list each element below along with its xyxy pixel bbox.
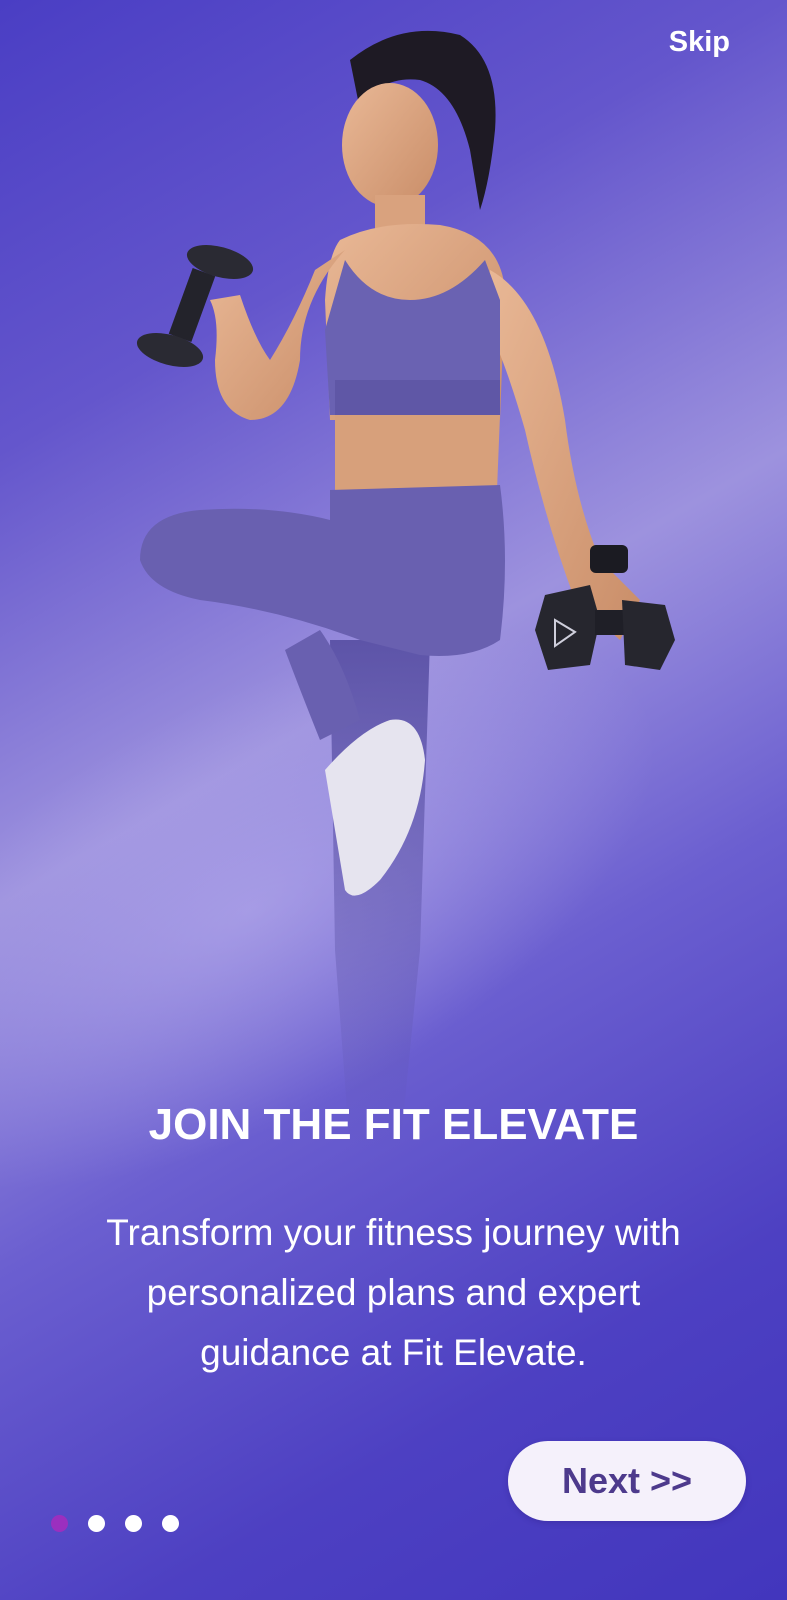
pagination-dot[interactable]: [162, 1515, 179, 1532]
description-line: Transform your fitness journey with: [106, 1212, 681, 1253]
description-line: personalized plans and expert: [146, 1272, 641, 1313]
pagination-dots: [51, 1515, 179, 1532]
skip-button[interactable]: Skip: [669, 26, 730, 59]
onboarding-screen: Skip JOIN THE FIT ELEVATE Transform your…: [0, 0, 787, 1600]
hero-image: [136, 30, 675, 1150]
pagination-dot[interactable]: [88, 1515, 105, 1532]
onboarding-description: Transform your fitness journey with pers…: [50, 1203, 737, 1383]
pagination-dot[interactable]: [125, 1515, 142, 1532]
next-button[interactable]: Next >>: [508, 1441, 746, 1521]
onboarding-title: JOIN THE FIT ELEVATE: [148, 1100, 639, 1149]
pagination-dot-active[interactable]: [51, 1515, 68, 1532]
athlete-figure: [140, 30, 640, 1150]
description-line: guidance at Fit Elevate.: [200, 1332, 587, 1373]
